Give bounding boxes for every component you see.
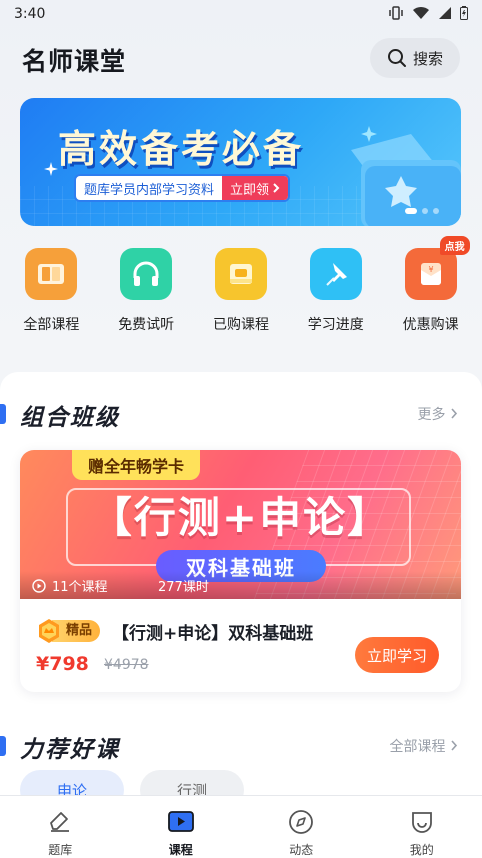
quick-menu-purchased[interactable]: 已购课程	[198, 244, 284, 344]
quick-menu-label: 优惠购课	[402, 317, 459, 333]
quick-menu-label: 已购课程	[212, 317, 269, 333]
svg-text:¥: ¥	[428, 265, 433, 274]
search-icon	[387, 49, 406, 67]
quick-menu-label: 全部课程	[23, 317, 80, 333]
quick-menu-progress[interactable]: 学习进度	[293, 244, 379, 344]
lesson-count: 11个课程	[32, 576, 108, 595]
tab-profile[interactable]: 我的	[362, 796, 482, 858]
banner-dot	[433, 208, 439, 214]
all-courses-link[interactable]: 全部课程	[390, 736, 458, 756]
cover-title: 【行测+申论】	[89, 493, 392, 542]
red-envelope-icon: ¥	[404, 248, 457, 300]
study-now-button[interactable]: 立即学习	[355, 637, 439, 673]
premium-badge: 精品	[36, 619, 101, 643]
click-me-badge: 点我	[439, 236, 470, 255]
banner-dot-active	[405, 208, 417, 214]
chevron-right-icon	[451, 408, 458, 419]
combo-section-header: 组合班级 更多	[0, 396, 482, 432]
search-label: 搜索	[412, 49, 443, 68]
tab-feed[interactable]: 动态	[241, 796, 362, 858]
vibrate-icon	[389, 6, 403, 20]
quick-menu-all-courses[interactable]: 全部课程	[8, 244, 94, 344]
quick-menu: 全部课程 免费试听 已购课程 学习进度 点我 ¥ 优惠购课	[0, 236, 482, 344]
course-name: 【行测+申论】双科基础班	[112, 624, 314, 644]
tab-label: 题库	[48, 843, 73, 857]
profile-icon	[408, 808, 436, 835]
chevron-right-icon	[273, 183, 280, 193]
quick-menu-discount[interactable]: 点我 ¥ 优惠购课	[388, 236, 474, 344]
search-button[interactable]: 搜索	[370, 38, 460, 78]
combo-more-link[interactable]: 更多	[418, 404, 458, 424]
purchased-box-icon	[214, 248, 267, 300]
recommend-section-title: 力荐好课	[20, 737, 120, 763]
headphones-icon	[120, 248, 173, 300]
banner-cta-button[interactable]: 立即领	[222, 176, 289, 200]
folder-illustration-icon	[351, 126, 461, 226]
hour-count: 277课时	[158, 580, 209, 595]
course-cover: 赠全年畅学卡 【行测+申论】 双科基础班 11个课程 277课时	[20, 450, 461, 599]
all-courses-label: 全部课程	[389, 739, 446, 755]
pushpin-icon	[309, 248, 362, 300]
book-icon	[25, 248, 78, 300]
crown-medal-icon	[39, 619, 59, 643]
tab-courses[interactable]: 课程	[121, 796, 242, 858]
bottom-tab-bar: 题库 课程 动态 我的	[0, 795, 482, 858]
signal-icon	[439, 7, 451, 19]
cover-meta: 11个课程 277课时	[20, 571, 461, 599]
question-bank-icon	[46, 808, 74, 835]
section-accent-bar	[0, 736, 6, 756]
banner-pagination	[405, 208, 439, 214]
battery-icon	[460, 6, 468, 20]
promo-banner[interactable]: 高效备考必备 题库学员内部学习资料 立即领	[20, 98, 461, 226]
play-circle-icon	[32, 578, 46, 593]
course-price: ¥798	[36, 653, 89, 675]
status-time: 3:40	[14, 6, 46, 22]
banner-subtitle-box[interactable]: 题库学员内部学习资料 立即领	[74, 174, 291, 202]
course-info: 精品 【行测+申论】双科基础班 ¥798 ¥4978 立即学习	[20, 599, 461, 692]
section-accent-bar	[0, 404, 6, 424]
quick-menu-free-trial[interactable]: 免费试听	[103, 244, 189, 344]
quick-menu-label: 学习进度	[307, 317, 364, 333]
tab-label: 动态	[289, 843, 314, 857]
lesson-count-text: 11个课程	[52, 580, 108, 595]
gift-ribbon: 赠全年畅学卡	[72, 450, 201, 480]
status-bar: 3:40	[0, 0, 482, 28]
banner-subtitle: 题库学员内部学习资料	[84, 182, 215, 198]
wifi-icon	[413, 6, 429, 19]
recommend-section-header: 力荐好课 全部课程	[0, 728, 482, 764]
banner-title: 高效备考必备	[58, 127, 305, 171]
sparkle-icon	[44, 162, 58, 176]
banner-dot	[422, 208, 428, 214]
banner-cta-label: 立即领	[230, 182, 270, 198]
page-title: 名师课堂	[22, 47, 127, 76]
quick-menu-label: 免费试听	[118, 317, 175, 333]
header: 名师课堂 搜索	[0, 30, 482, 86]
tab-question-bank[interactable]: 题库	[0, 796, 121, 858]
status-icons	[388, 6, 468, 20]
course-original-price: ¥4978	[104, 657, 149, 673]
compass-icon	[287, 808, 315, 835]
course-icon	[167, 808, 195, 835]
chevron-right-icon	[451, 740, 458, 751]
course-card[interactable]: 赠全年畅学卡 【行测+申论】 双科基础班 11个课程 277课时 精品 【行测+…	[20, 450, 461, 692]
tab-label: 我的	[409, 843, 434, 857]
combo-section-title: 组合班级	[20, 405, 120, 431]
tab-label: 课程	[168, 843, 193, 857]
more-label: 更多	[417, 407, 446, 423]
